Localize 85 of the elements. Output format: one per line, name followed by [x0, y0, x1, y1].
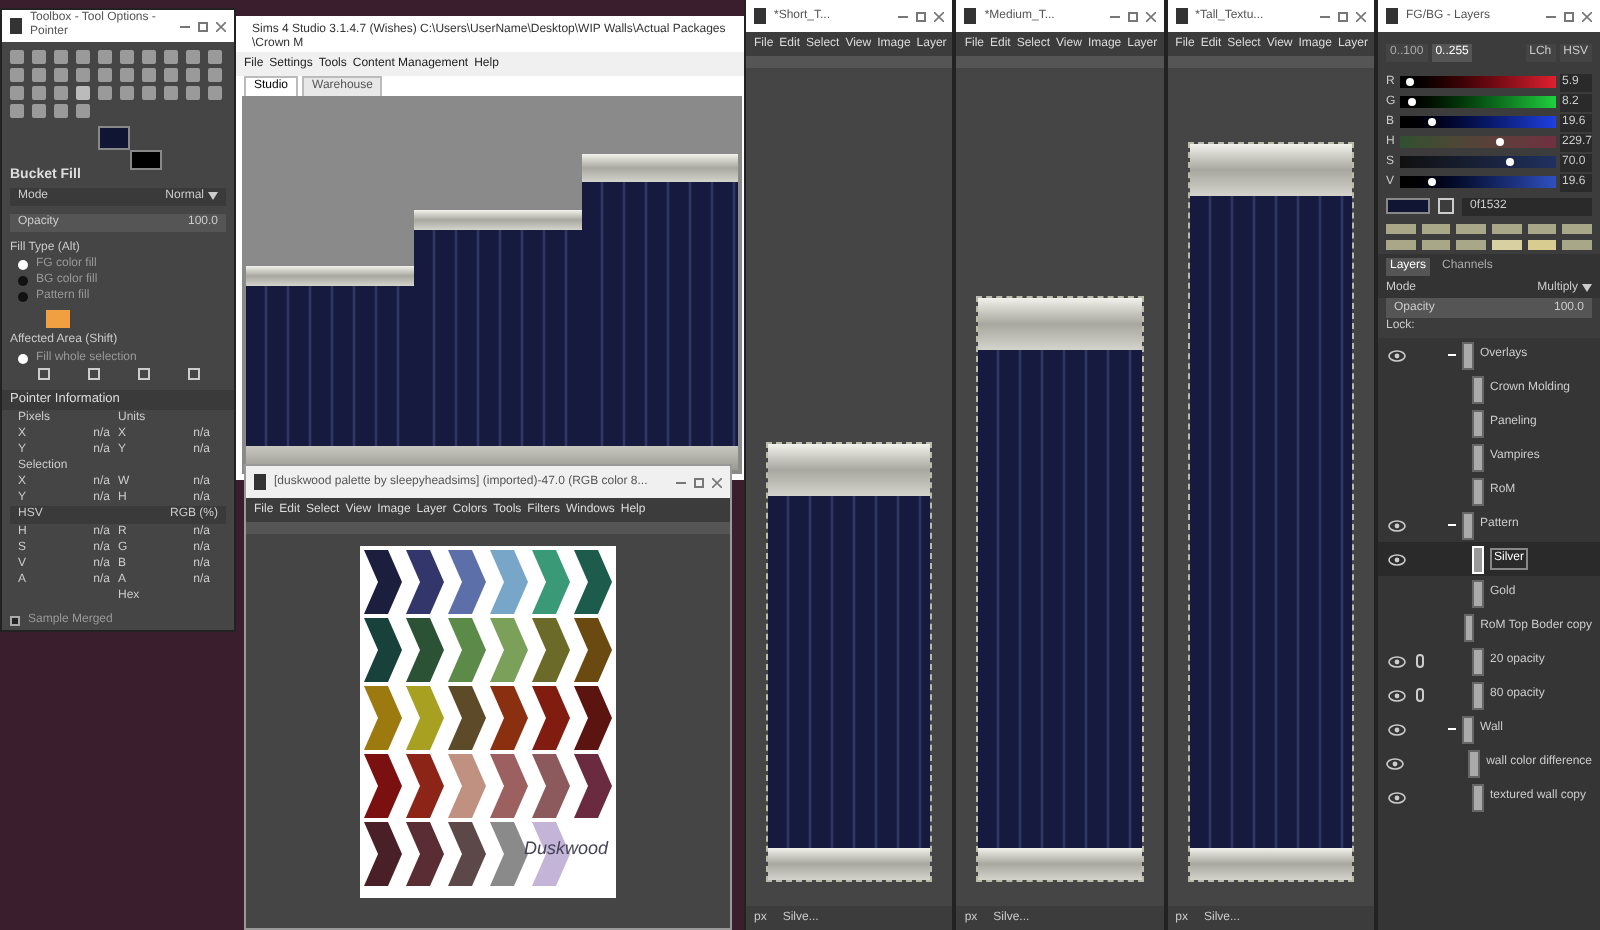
app-icon	[754, 8, 766, 24]
app-icon	[964, 8, 977, 24]
maximize-icon[interactable]	[694, 477, 704, 487]
color-history-swatch[interactable]	[1421, 224, 1451, 234]
minimize-icon[interactable]	[676, 481, 686, 483]
layer-thumbnail	[1472, 579, 1484, 607]
background-color-swatch[interactable]	[130, 150, 162, 170]
color-history-swatch[interactable]	[1386, 224, 1416, 234]
checkbox[interactable]	[10, 616, 20, 626]
layer-thumbnail	[1462, 341, 1474, 369]
slider-thumb[interactable]	[1405, 78, 1414, 86]
color-slider[interactable]	[1400, 76, 1556, 88]
radio-button[interactable]	[18, 276, 28, 287]
app-icon	[10, 18, 22, 34]
app-icon	[254, 474, 266, 490]
minimize-icon[interactable]	[1319, 15, 1330, 17]
pattern-swatch[interactable]	[46, 309, 70, 329]
eye-icon[interactable]	[1387, 519, 1405, 531]
minimize-icon[interactable]	[898, 15, 909, 17]
color-slider[interactable]	[1400, 116, 1556, 128]
minimize-icon[interactable]	[180, 25, 190, 27]
layer-thumbnail	[1472, 783, 1484, 811]
close-icon[interactable]	[1145, 11, 1156, 21]
maximize-icon[interactable]	[1337, 11, 1348, 21]
color-history-swatch[interactable]	[1421, 240, 1451, 250]
color-history-swatch[interactable]	[1527, 240, 1557, 250]
caret-icon[interactable]	[1582, 284, 1592, 292]
chain-icon[interactable]	[1416, 654, 1424, 668]
slider-thumb[interactable]	[1427, 178, 1436, 186]
color-history-swatch[interactable]	[1562, 224, 1592, 234]
color-slider[interactable]	[1400, 156, 1556, 168]
color-history-swatch[interactable]	[1492, 240, 1522, 250]
radio-button[interactable]	[18, 260, 28, 271]
close-icon[interactable]	[216, 21, 226, 31]
foreground-color-swatch[interactable]	[1386, 198, 1430, 214]
maximize-icon[interactable]	[916, 11, 927, 21]
layer-thumbnail	[1472, 545, 1484, 573]
close-icon[interactable]	[712, 477, 722, 487]
color-history-swatch[interactable]	[1456, 224, 1486, 234]
app-icon	[1386, 8, 1398, 24]
layer-thumbnail	[1472, 409, 1484, 437]
close-icon[interactable]	[934, 11, 945, 21]
minimize-icon[interactable]	[1546, 15, 1556, 17]
eye-icon[interactable]	[1387, 723, 1405, 735]
close-icon[interactable]	[1355, 11, 1366, 21]
slider-thumb[interactable]	[1408, 98, 1417, 106]
slider-thumb[interactable]	[1495, 138, 1504, 146]
maximize-icon[interactable]	[198, 21, 208, 31]
layer-thumbnail	[1468, 749, 1481, 777]
layer-thumbnail	[1462, 511, 1474, 539]
maximize-icon[interactable]	[1127, 11, 1138, 21]
minimize-icon[interactable]	[1109, 15, 1120, 17]
color-history-swatch[interactable]	[1527, 224, 1557, 234]
layer-thumbnail	[1472, 647, 1484, 675]
eye-icon[interactable]	[1387, 349, 1405, 361]
caret-icon[interactable]	[208, 192, 218, 201]
color-picker-icon[interactable]	[1438, 198, 1454, 214]
eye-icon[interactable]	[1387, 791, 1405, 803]
chain-icon[interactable]	[1416, 688, 1424, 702]
color-slider[interactable]	[1400, 176, 1556, 188]
color-history-swatch[interactable]	[1492, 224, 1522, 234]
layer-thumbnail	[1463, 613, 1475, 641]
radio-button[interactable]	[18, 292, 28, 303]
layer-thumbnail	[1462, 715, 1474, 743]
maximize-icon[interactable]	[1564, 11, 1574, 21]
color-history-swatch[interactable]	[1562, 240, 1592, 250]
color-slider[interactable]	[1400, 136, 1556, 148]
layer-thumbnail	[1472, 681, 1484, 709]
layer-thumbnail	[1472, 443, 1484, 471]
app-icon	[1175, 8, 1188, 24]
foreground-color-swatch[interactable]	[98, 126, 130, 150]
eye-icon[interactable]	[1387, 655, 1405, 667]
layer-thumbnail	[1472, 477, 1484, 505]
slider-thumb[interactable]	[1427, 118, 1436, 126]
radio-button[interactable]	[18, 353, 28, 364]
eye-icon[interactable]	[1387, 553, 1405, 565]
palette-caption: Duskwood	[523, 835, 608, 861]
close-icon[interactable]	[1582, 11, 1592, 21]
color-history-swatch[interactable]	[1386, 240, 1416, 250]
layer-thumbnail	[1472, 375, 1484, 403]
slider-thumb[interactable]	[1505, 158, 1514, 166]
eye-icon[interactable]	[1387, 689, 1405, 701]
eye-icon[interactable]	[1386, 757, 1405, 769]
color-history-swatch[interactable]	[1456, 240, 1486, 250]
color-slider[interactable]	[1400, 96, 1556, 108]
